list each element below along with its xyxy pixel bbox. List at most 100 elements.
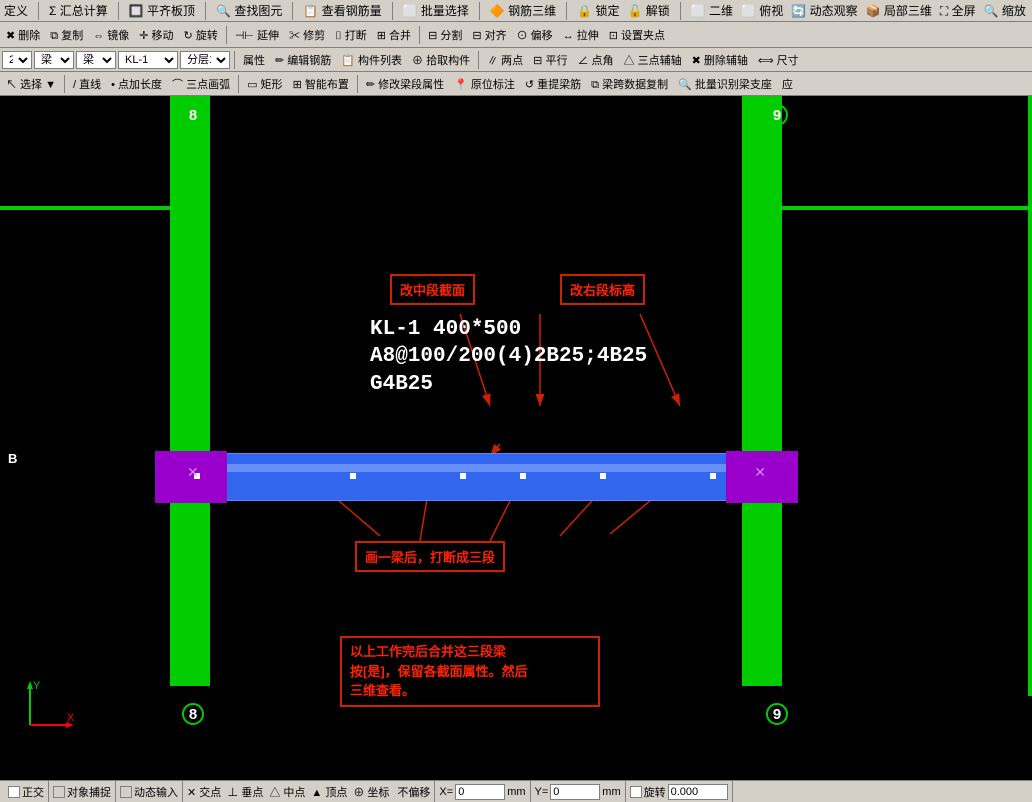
btn-site-mark[interactable]: 📍 原位标注 [450, 75, 519, 93]
btn-three-point-aux[interactable]: △ 三点辅轴 [620, 51, 686, 69]
menu-lock[interactable]: 🔒 锁定 [577, 2, 619, 19]
btn-select[interactable]: ↖ 选择 ▼ [2, 75, 60, 93]
ann-draw-break: 画一梁后，打断成三段 [355, 541, 505, 572]
beam [155, 453, 798, 501]
status-snap[interactable]: 对象捕捉 [49, 781, 116, 802]
ann-change-right-elevation: 改右段标高 [560, 274, 645, 305]
rotate-input[interactable] [668, 784, 728, 800]
btn-set-grip[interactable]: ⊡ 设置夹点 [605, 26, 669, 44]
btn-mirror[interactable]: ⇔ 镜像 [89, 26, 133, 44]
coord-axis-svg: Y X [15, 675, 75, 735]
btn-smart-layout[interactable]: ⊞ 智能布置 [289, 75, 353, 93]
menu-rebar-3d[interactable]: 🔶 钢筋三维 [490, 2, 556, 19]
btn-two-point[interactable]: ∥ 两点 [483, 51, 527, 69]
status-x-coord: X= mm [435, 781, 530, 802]
beam-label-line3: G4B25 [370, 371, 647, 398]
menu-find[interactable]: 🔍 查找图元 [216, 2, 282, 19]
btn-copy[interactable]: ⧉ 复制 [46, 26, 87, 44]
no-offset-label: 不偏移 [397, 784, 430, 800]
perpend[interactable]: ⊥ 垂点 [227, 784, 263, 800]
menu-fullscreen[interactable]: ⛶ 全屏 [940, 2, 976, 19]
canvas-area: ✕ ✕ 8 9 8 9 B KL-1 400*500 A8@100/200(4)… [0, 96, 1032, 780]
ann4-line3: 三维查看。 [350, 681, 590, 701]
menu-2d[interactable]: ⬜ 二维 [691, 2, 733, 19]
beam-dot-5 [600, 473, 606, 479]
beam-dot-2 [350, 473, 356, 479]
status-ortho[interactable]: 正交 [4, 781, 49, 802]
menu-dynamic-view[interactable]: 🔄 动态观察 [791, 2, 857, 19]
btn-split[interactable]: ⊟ 分割 [424, 26, 466, 44]
toolbar3: ↖ 选择 ▼ / 直线 • 点加长度 ⌒ 三点画弧 ▭ 矩形 ⊞ 智能布置 ✏ … [0, 72, 1032, 96]
btn-line[interactable]: / 直线 [69, 75, 105, 93]
btn-point-length[interactable]: • 点加长度 [107, 75, 166, 93]
dynin-label: 动态输入 [134, 784, 178, 800]
btn-del-aux[interactable]: ✖ 删除辅轴 [688, 51, 752, 69]
beam-label: KL-1 400*500 A8@100/200(4)2B25;4B25 G4B2… [370, 316, 647, 398]
menu-calc[interactable]: Σ 汇总计算 [49, 2, 108, 19]
btn-angle-point[interactable]: ∠ 点角 [573, 51, 617, 69]
btn-break[interactable]: ⌷ 打断 [331, 26, 371, 44]
y-input[interactable] [550, 784, 600, 800]
ortho-checkbox[interactable] [8, 786, 20, 798]
btn-dimension[interactable]: ⟺ 尺寸 [754, 51, 803, 69]
toolbar2: 2 梁 梁 KL-1 分层1 属性 ✏ 编辑钢筋 📋 构件列表 ⊕ 拾取构件 ∥… [0, 48, 1032, 72]
status-bar: 正交 对象捕捉 动态输入 ✕ 交点 ⊥ 垂点 △ 中点 ▲ 顶点 ⊕ 坐标 不偏… [0, 780, 1032, 802]
btn-batch-identify[interactable]: 🔍 批量识别梁支座 [674, 75, 776, 93]
btn-delete[interactable]: ✖ 删除 [2, 26, 44, 44]
grid-9-bot-right: 9 [766, 703, 788, 725]
btn-parallel[interactable]: ⊟ 平行 [529, 51, 571, 69]
layer-select[interactable]: 分层1 [180, 51, 230, 69]
num-select[interactable]: 2 [2, 51, 32, 69]
btn-merge[interactable]: ⊞ 合并 [373, 26, 415, 44]
cross-right: ✕ [754, 464, 766, 481]
btn-rect[interactable]: ▭ 矩形 [243, 75, 286, 93]
coord[interactable]: ⊕ 坐标 [353, 784, 389, 800]
menu-define[interactable]: 定义 [4, 2, 28, 19]
ann-merge-info: 以上工作完后合并这三段梁 按[是]，保留各截面属性。然后 三维查看。 [340, 636, 600, 707]
menu-top-view[interactable]: ⬜ 俯视 [741, 2, 783, 19]
btn-three-arc[interactable]: ⌒ 三点画弧 [168, 75, 234, 93]
btn-modify-seg-prop[interactable]: ✏ 修改梁段属性 [362, 75, 448, 93]
status-dynin[interactable]: 动态输入 [116, 781, 183, 802]
ortho-label: 正交 [22, 784, 44, 800]
type1-select[interactable]: 梁 [34, 51, 74, 69]
grid-8-bot-left: 8 [182, 703, 204, 725]
menu-batch-select[interactable]: ⬜ 批量选择 [403, 2, 469, 19]
btn-extend[interactable]: ⊣⊢ 延伸 [231, 26, 283, 44]
x-input[interactable] [455, 784, 505, 800]
type2-select[interactable]: 梁 [76, 51, 116, 69]
btn-repick-rebar[interactable]: ↺ 重提梁筋 [521, 75, 585, 93]
btn-component-list[interactable]: 📋 构件列表 [337, 51, 406, 69]
endpt[interactable]: ▲ 顶点 [311, 784, 347, 800]
menu-local-3d[interactable]: 📦 局部三维 [866, 2, 932, 19]
status-rotate: 旋转 [626, 781, 733, 802]
btn-property[interactable]: 属性 [239, 51, 269, 69]
btn-app[interactable]: 应 [778, 75, 797, 93]
x-mm-label: mm [507, 786, 525, 798]
btn-move[interactable]: ✛ 移动 [135, 26, 177, 44]
green-slab-right-top [782, 206, 1032, 210]
btn-pick[interactable]: ⊕ 拾取构件 [408, 51, 474, 69]
snap-checkbox[interactable] [53, 786, 65, 798]
btn-trim[interactable]: ✂ 修剪 [285, 26, 329, 44]
menu-rebar-qty[interactable]: 📋 查看钢筋量 [303, 2, 381, 19]
btn-copy-span[interactable]: ⧉ 梁跨数据复制 [587, 75, 672, 93]
menu-unlock[interactable]: 🔓 解锁 [627, 2, 669, 19]
midpt[interactable]: △ 中点 [269, 784, 305, 800]
code-select[interactable]: KL-1 [118, 51, 178, 69]
status-sep1: ✕ 交点 ⊥ 垂点 △ 中点 ▲ 顶点 ⊕ 坐标 [183, 781, 393, 802]
coord-axis: Y X [15, 675, 75, 740]
grid-9-top-right: 9 [766, 104, 788, 126]
status-no-offset[interactable]: 不偏移 [393, 781, 435, 802]
btn-stretch[interactable]: ↔ 拉伸 [559, 26, 603, 44]
rotate-checkbox[interactable] [630, 786, 642, 798]
btn-rotate[interactable]: ↻ 旋转 [180, 26, 222, 44]
x-intersect[interactable]: ✕ 交点 [187, 784, 221, 800]
btn-align[interactable]: ⊟ 对齐 [468, 26, 510, 44]
btn-edit-rebar[interactable]: ✏ 编辑钢筋 [271, 51, 335, 69]
menu-zoom[interactable]: 🔍 缩放 [984, 2, 1026, 19]
green-slab-left-top [0, 206, 172, 210]
menu-align-top[interactable]: 🔲 平齐板顶 [129, 2, 195, 19]
dynin-checkbox[interactable] [120, 786, 132, 798]
btn-offset[interactable]: ⊙ 偏移 [513, 26, 557, 44]
